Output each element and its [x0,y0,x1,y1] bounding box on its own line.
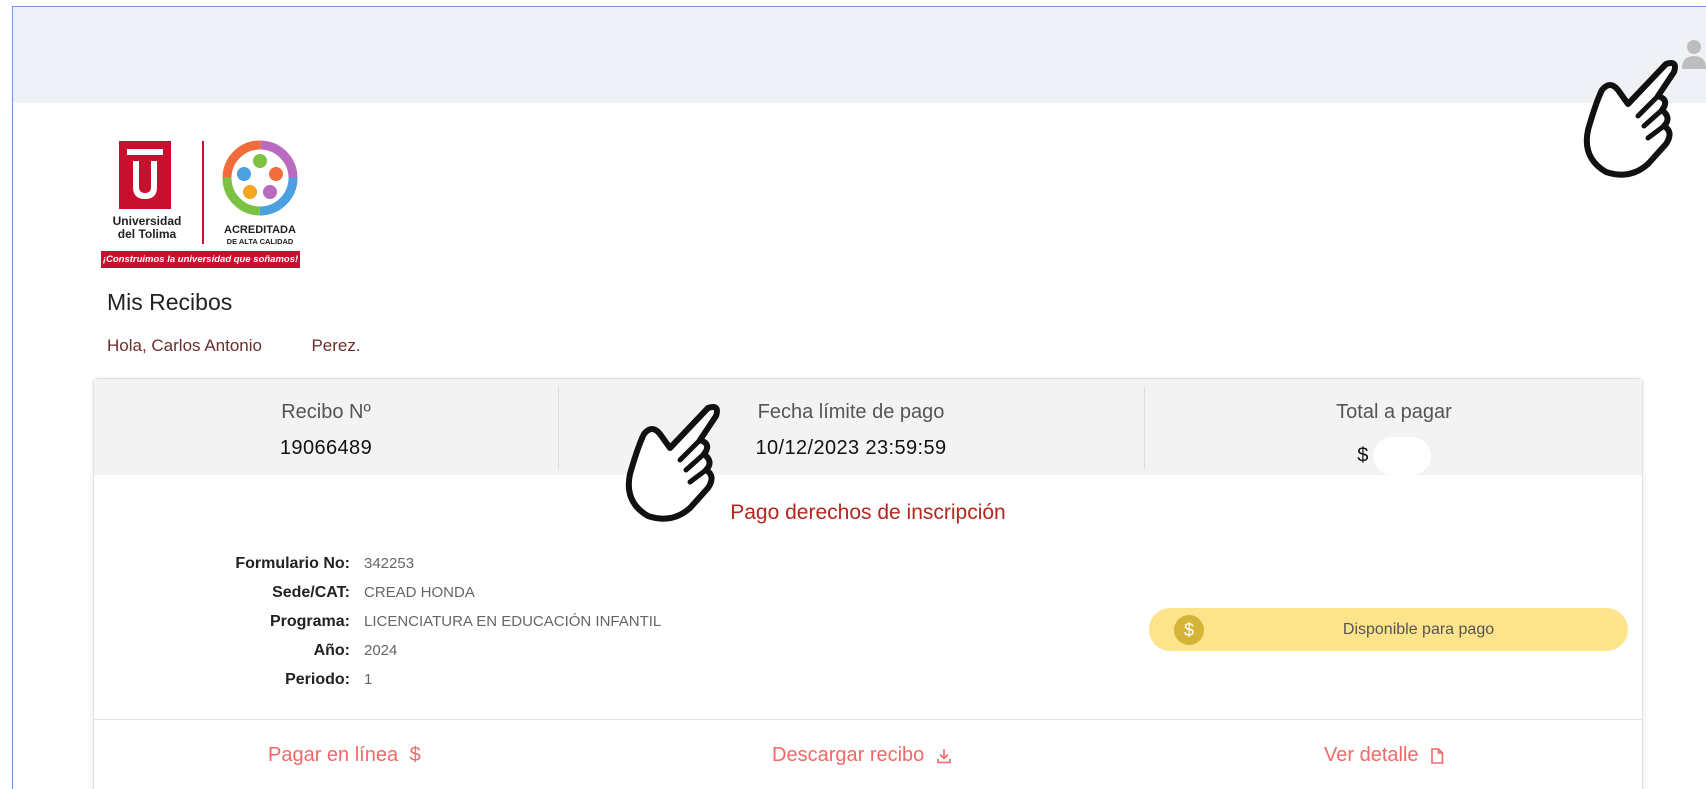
university-slogan: ¡Construimos la universidad que soñamos! [101,251,300,268]
app-frame: Universidad del Tolima ACREDITADA DE ALT… [12,6,1706,789]
greeting-surname: Perez. [311,336,361,355]
detail-value: 342253 [364,555,415,572]
dollar-icon: $ [1174,615,1204,645]
receipt-number-column: Recibo Nº 19066489 [94,379,558,475]
detail-key: Programa: [269,613,350,630]
pointing-hand-icon [625,404,720,522]
dollar-icon: $ [409,744,421,766]
receipt-concept: Pago derechos de inscripción [730,501,1006,524]
greeting: Hola, Carlos Antonio Perez. [107,336,361,356]
logo-divider [202,141,204,244]
accreditation-title: ACREDITADA [224,224,296,236]
currency-symbol: $ [1357,444,1369,467]
university-name: Universidad del Tolima [101,215,193,241]
pointing-hand-icon [1583,60,1678,178]
download-receipt-link[interactable]: Descargar recibo [772,744,952,767]
page-title: Mis Recibos [107,289,233,315]
receipt-header: Recibo Nº 19066489 Fecha límite de pago … [94,379,1642,475]
status-badge: $ Disponible para pago [1149,608,1628,651]
view-detail-link[interactable]: Ver detalle [1324,744,1444,767]
pay-online-label: Pagar en línea [268,744,399,766]
total-value: $ [1144,437,1644,475]
download-label: Descargar recibo [772,744,925,766]
download-icon [937,748,951,764]
greeting-name: Hola, Carlos Antonio [107,336,262,355]
receipt-number-value: 19066489 [279,437,373,459]
detail-key: Año: [313,642,350,659]
receipt-actions: Pagar en línea $ Descargar recibo Ver de… [94,719,1642,789]
total-label: Total a pagar [1336,401,1452,423]
university-name-line2: del Tolima [117,227,177,241]
view-detail-label: Ver detalle [1324,744,1419,766]
detail-value: 2024 [364,642,398,659]
document-icon [1431,747,1444,764]
redacted-surname [267,338,307,356]
top-navbar [13,7,1706,103]
receipt-card: Recibo Nº 19066489 Fecha límite de pago … [93,378,1643,789]
detail-value: 1 [364,671,373,688]
pay-online-link[interactable]: Pagar en línea $ [268,744,421,767]
detail-key: Sede/CAT: [272,584,350,601]
total-column: Total a pagar $ [1144,379,1644,475]
detail-key: Formulario No: [235,555,350,572]
detail-key: Periodo: [285,671,350,688]
accreditation-subtitle: DE ALTA CALIDAD [226,237,294,246]
accreditation-ring-icon [222,140,298,216]
detail-value: LICENCIATURA EN EDUCACIÓN INFANTIL [364,613,662,630]
redacted-amount [1372,437,1431,475]
detail-value: CREAD HONDA [364,584,475,601]
receipt-number-label: Recibo Nº [281,401,371,423]
ut-logo-mark [119,141,171,209]
university-logo: Universidad del Tolima ACREDITADA DE ALT… [101,131,301,269]
user-avatar-icon[interactable] [1681,37,1706,71]
status-text: Disponible para pago [1342,621,1495,638]
